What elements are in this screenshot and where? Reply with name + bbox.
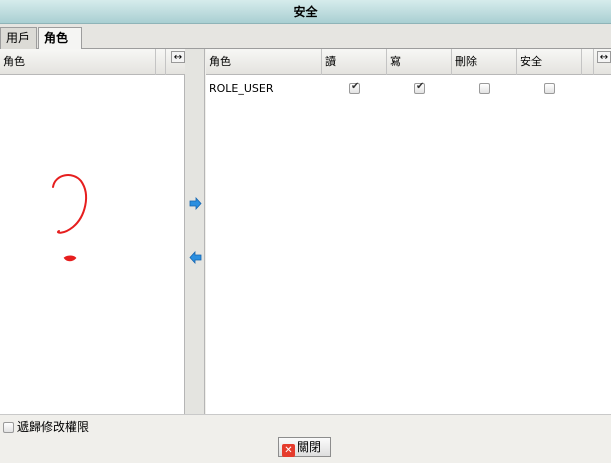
read-checkbox[interactable]	[349, 81, 360, 94]
resize-horizontal-icon[interactable]: ↔	[597, 51, 611, 63]
window-title: 安全	[0, 0, 611, 24]
right-column-header-row: 角色 讀 寫 刪除 安全	[206, 49, 611, 75]
dialog-footer: 遞歸修改權限 ✕ 關閉	[0, 414, 611, 463]
transfer-buttons-column	[185, 49, 205, 414]
column-header-security[interactable]: 安全	[517, 49, 582, 75]
column-header-delete[interactable]: 刪除	[452, 49, 517, 75]
close-button[interactable]: ✕ 關閉	[278, 437, 331, 457]
close-x-icon: ✕	[282, 444, 295, 457]
resize-horizontal-icon[interactable]: ↔	[171, 51, 185, 63]
recursive-permission-option[interactable]: 遞歸修改權限	[3, 419, 89, 435]
column-header-read[interactable]: 讀	[322, 49, 387, 75]
left-column-header-spacer	[156, 49, 166, 75]
left-column-header-row: 角色	[0, 49, 185, 75]
table-row[interactable]: ROLE_USER	[206, 79, 611, 99]
left-column-header-role[interactable]: 角色	[0, 49, 156, 75]
question-mark-annotation	[52, 174, 88, 262]
recursive-checkbox[interactable]	[3, 422, 14, 433]
arrow-left-icon[interactable]	[189, 251, 202, 264]
available-roles-panel: 角色 ↔	[0, 49, 185, 414]
column-header-spacer	[582, 49, 594, 75]
role-name-cell: ROLE_USER	[209, 82, 274, 95]
security-checkbox[interactable]	[544, 83, 555, 94]
assigned-roles-panel: 角色 讀 寫 刪除 安全 ↔ ROLE_USER	[206, 49, 611, 414]
recursive-label: 遞歸修改權限	[17, 420, 90, 434]
delete-checkbox[interactable]	[479, 83, 490, 94]
tab-roles[interactable]: 角色	[38, 27, 82, 50]
arrow-right-icon[interactable]	[189, 197, 202, 210]
column-header-role[interactable]: 角色	[206, 49, 322, 75]
column-header-write[interactable]: 寫	[387, 49, 452, 75]
close-button-label: 關閉	[297, 440, 322, 454]
tab-strip: 用戶 角色	[0, 24, 611, 50]
write-checkbox[interactable]	[414, 81, 425, 94]
tab-users[interactable]: 用戶	[0, 27, 37, 49]
